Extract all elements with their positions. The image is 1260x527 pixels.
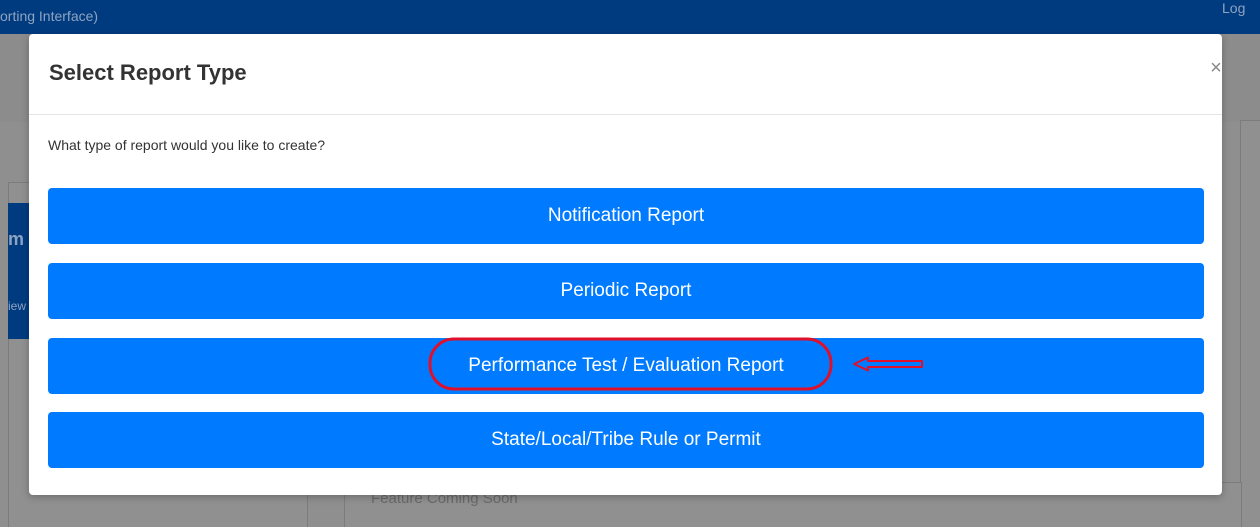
background-right-panel bbox=[1240, 120, 1260, 527]
app-header: orting Interface) Log bbox=[0, 0, 1260, 34]
app-title: orting Interface) bbox=[0, 8, 99, 24]
state-local-tribe-rule-permit-button[interactable]: State/Local/Tribe Rule or Permit bbox=[48, 412, 1204, 468]
select-report-type-modal: Select Report Type × What type of report… bbox=[29, 34, 1222, 495]
background-card-link-fragment: iew bbox=[8, 299, 27, 313]
performance-test-evaluation-report-button[interactable]: Performance Test / Evaluation Report bbox=[48, 338, 1204, 394]
notification-report-button[interactable]: Notification Report bbox=[48, 188, 1204, 244]
logout-link[interactable]: Log bbox=[1222, 0, 1245, 16]
background-summary-card: m iew bbox=[8, 203, 30, 339]
background-card-title-fragment: m bbox=[8, 229, 25, 249]
close-icon[interactable]: × bbox=[1205, 56, 1227, 80]
periodic-report-button[interactable]: Periodic Report bbox=[48, 263, 1204, 319]
modal-header: Select Report Type × bbox=[29, 34, 1222, 115]
modal-title: Select Report Type bbox=[49, 60, 247, 85]
modal-prompt: What type of report would you like to cr… bbox=[48, 137, 326, 153]
